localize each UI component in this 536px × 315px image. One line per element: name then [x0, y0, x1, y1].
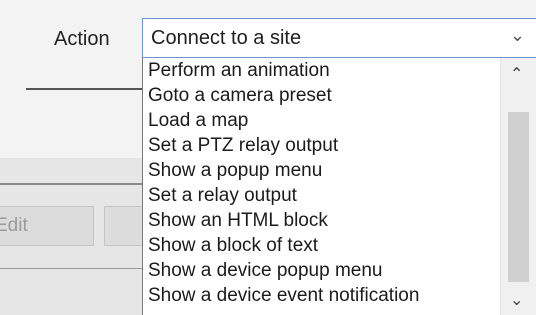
divider-line: [26, 88, 156, 90]
dropdown-option[interactable]: Set a relay output: [148, 185, 297, 207]
dropdown-option[interactable]: Goto a camera preset: [148, 85, 332, 107]
action-select-value: Connect to a site: [151, 27, 302, 49]
action-dropdown-list[interactable]: Perform an animation Goto a camera prese…: [142, 58, 536, 315]
panel-divider-lower: [0, 268, 160, 269]
dropdown-scrollbar[interactable]: ⌃ ⌄: [500, 58, 536, 315]
dropdown-option[interactable]: Show a popup menu: [148, 160, 322, 182]
dropdown-option[interactable]: Load a map: [148, 110, 248, 132]
dropdown-option[interactable]: Show an HTML block: [148, 210, 328, 232]
dropdown-option[interactable]: Perform an animation: [148, 60, 330, 82]
scrollbar-thumb[interactable]: [508, 112, 529, 282]
dropdown-option[interactable]: Show a device popup menu: [148, 260, 383, 282]
dropdown-option[interactable]: Set a PTZ relay output: [148, 135, 338, 157]
chevron-down-icon[interactable]: ⌄: [510, 290, 523, 310]
chevron-down-icon[interactable]: ⌄: [510, 25, 525, 46]
dropdown-option[interactable]: Show a block of text: [148, 235, 318, 257]
chevron-up-icon[interactable]: ⌃: [510, 64, 523, 84]
edit-button-label: Edit: [0, 215, 28, 236]
dropdown-option[interactable]: Show a device event notification: [148, 285, 419, 307]
panel-divider: [0, 183, 160, 185]
action-label: Action: [54, 28, 110, 50]
action-select[interactable]: Connect to a site ⌄: [142, 18, 536, 58]
edit-button[interactable]: Edit: [0, 206, 94, 246]
